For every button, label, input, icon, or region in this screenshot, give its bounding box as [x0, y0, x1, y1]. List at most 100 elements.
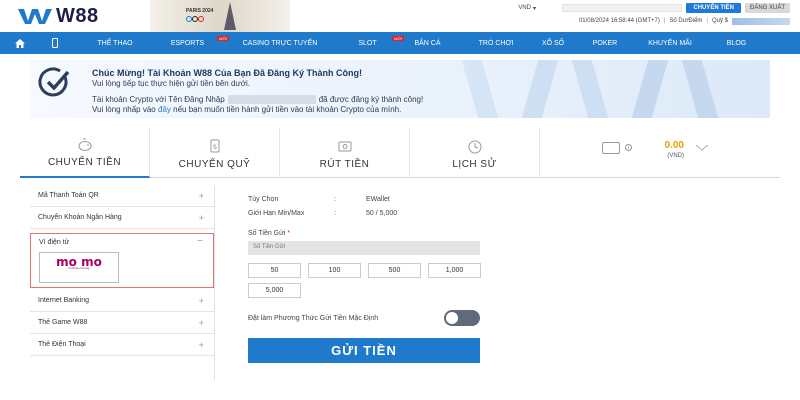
success-banner: Chúc Mừng! Tài Khoản W88 Của Bạn Đã Đăng… [30, 60, 770, 118]
sidebar-item-label: Ví điện tử [39, 239, 70, 246]
option-label: Tùy Chọn [248, 195, 279, 203]
chevron-down-icon[interactable] [696, 145, 708, 151]
sidebar-item-internet-banking[interactable]: Internet Banking + [30, 290, 214, 312]
background-decoration [681, 60, 719, 118]
nav-item-promotions[interactable]: KHUYẾN MÃI [631, 40, 709, 47]
nav-label: TRÒ CHƠI [478, 39, 514, 47]
sidebar-item-bank-transfer[interactable]: Chuyển Khoản Ngân Hàng + [30, 207, 214, 229]
sidebar-item-label: Thẻ Điện Thoại [38, 341, 86, 348]
nav-label: KHUYẾN MÃI [648, 39, 692, 47]
sidebar-item-label: Internet Banking [38, 297, 89, 304]
colon: : [334, 195, 336, 203]
info-icon[interactable]: i [625, 144, 632, 151]
here-link[interactable]: đây [158, 105, 171, 114]
masked-balance [732, 17, 790, 25]
transfer-button[interactable]: CHUYỂN TIỀN [686, 3, 741, 13]
masked-field [562, 4, 683, 12]
paris-2024-badge: PARIS 2024 [150, 0, 290, 32]
nav-item-slot[interactable]: SLOT MỚI [345, 35, 404, 47]
tab-label: RÚT TIỀN [319, 159, 370, 170]
currency-value: VND [518, 5, 531, 11]
divider: | [663, 18, 666, 24]
tab-deposit[interactable]: CHUYỂN TIỀN [20, 128, 150, 178]
deposit-message-prefix: Vui lòng nhấp vào [92, 105, 156, 114]
currency-select[interactable]: VND ▾ [518, 4, 558, 12]
sidebar-item-ewallet[interactable]: Ví điện tử − mo mo mobile money [30, 233, 214, 288]
wallet-tabs: CHUYỂN TIỀN $ CHUYỂN QUỸ RÚT TIỀN LỊCH S… [20, 128, 780, 178]
sidebar-item-game-card[interactable]: Thẻ Game W88 + [30, 312, 214, 334]
svg-text:$: $ [212, 143, 216, 151]
nav-item-casino[interactable]: CASINO TRỰC TUYẾN [215, 40, 345, 47]
limit-row: Giới Hạn Min/Max : 50 / 5,000 [248, 206, 488, 220]
mobile-nav-button[interactable] [40, 38, 70, 48]
nav-item-esports[interactable]: ESPORTS MỚI [160, 35, 229, 47]
olympic-ring-icon [198, 16, 204, 22]
nav-item-poker[interactable]: POKER [579, 40, 631, 47]
plus-icon: + [198, 318, 204, 328]
tab-history[interactable]: LỊCH SỬ [410, 128, 540, 178]
fund-label[interactable]: Quỹ $ [712, 18, 728, 24]
nav-label: XỔ SỐ [541, 39, 565, 47]
tab-label: CHUYỂN TIỀN [47, 157, 122, 168]
quick-amount-button[interactable]: 500 [368, 263, 421, 278]
points-label[interactable]: Số Dư/Điểm [669, 18, 702, 24]
minus-icon: − [197, 236, 203, 247]
chevron-down-icon: ▾ [532, 5, 536, 12]
transfer-funds-icon: $ [210, 139, 219, 153]
plus-icon: + [198, 213, 204, 223]
quick-amount-button[interactable]: 5,000 [248, 283, 301, 298]
eiffel-tower-icon [224, 2, 236, 30]
balance-unit: (VND) [667, 153, 684, 159]
quick-amounts: 50 100 500 1,000 5,000 [248, 263, 488, 298]
wallet-icon [602, 142, 620, 154]
amount-input[interactable]: Số Tiền Gửi [248, 241, 480, 255]
sidebar-item-qr-payment[interactable]: Mã Thanh Toán QR + [30, 185, 214, 207]
divider: | [706, 18, 708, 24]
quick-amount-button[interactable]: 1,000 [428, 263, 481, 278]
datetime: 01/08/2024 16:58:44 (GMT+7) [578, 18, 660, 24]
limit-value: 50 / 5,000 [366, 209, 398, 217]
nav-item-sports[interactable]: THỂ THAO [70, 40, 160, 47]
sidebar-item-phone-card[interactable]: Thẻ Điện Thoại + [30, 334, 214, 356]
masked-username [227, 95, 316, 104]
quick-amount-button[interactable]: 50 [248, 263, 301, 278]
home-nav-button[interactable] [0, 38, 40, 48]
logout-button[interactable]: ĐĂNG XUẤT [744, 3, 790, 13]
nav-label: BẮN CÁ [414, 39, 441, 47]
plus-icon: + [198, 296, 204, 306]
nav-label: ESPORTS [170, 39, 205, 47]
nav-item-games[interactable]: TRÒ CHƠI [465, 40, 527, 47]
nav-item-lottery[interactable]: XỔ SỐ [527, 40, 579, 47]
deposit-message-suffix: nếu bạn muốn tiền hành gửi tiền vào tài … [173, 105, 402, 114]
deposit-form: Tùy Chọn : EWallet Giới Hạn Min/Max : 50… [248, 192, 488, 363]
brand-name: W88 [56, 4, 99, 27]
sidebar-item-label: Thẻ Game W88 [38, 319, 88, 326]
withdraw-icon [338, 141, 351, 152]
nav-label: CASINO TRỰC TUYẾN [242, 39, 318, 47]
crypto-message-suffix: đã được đăng ký thành công! [318, 95, 424, 104]
tab-fund-transfer[interactable]: $ CHUYỂN QUỸ [150, 128, 280, 178]
banner-subtitle: Vui lòng tiếp tục thực hiện gửi tiền bên… [92, 79, 250, 88]
nav-label: BLOG [726, 39, 747, 47]
crypto-message-prefix: Tài khoản Crypto với Tên Đăng Nhập [92, 95, 225, 104]
nav-item-fishing[interactable]: BẮN CÁ [390, 40, 465, 47]
momo-option[interactable]: mo mo mobile money [39, 252, 119, 283]
balance-value: 0.00 [664, 140, 684, 151]
main-nav: THỂ THAO ESPORTS MỚI CASINO TRỰC TUYẾN SL… [0, 32, 800, 54]
payment-method-sidebar: Mã Thanh Toán QR + Chuyển Khoản Ngân Hàn… [30, 185, 215, 380]
amount-label-text: Số Tiền Gửi [248, 230, 286, 237]
tab-label: CHUYỂN QUỸ [178, 159, 251, 170]
tab-label: LỊCH SỬ [452, 159, 497, 170]
limit-label: Giới Hạn Min/Max [248, 209, 305, 217]
colon: : [334, 209, 336, 217]
account-bar: VND ▾ CHUYỂN TIỀN ĐĂNG XUẤT 01/08/2024 1… [518, 3, 790, 26]
check-circle-icon [38, 67, 70, 97]
background-decoration [521, 60, 559, 118]
nav-item-blog[interactable]: BLOG [709, 40, 764, 47]
quick-amount-button[interactable]: 100 [308, 263, 361, 278]
default-method-toggle[interactable] [444, 310, 480, 326]
submit-deposit-button[interactable]: GỬI TIỀN [248, 338, 480, 363]
brand-logo[interactable]: W88 [18, 4, 99, 28]
tab-withdraw[interactable]: RÚT TIỀN [280, 128, 410, 178]
top-header: W88 PARIS 2024 VND ▾ CHUYỂN TIỀN ĐĂNG XU… [0, 0, 800, 32]
